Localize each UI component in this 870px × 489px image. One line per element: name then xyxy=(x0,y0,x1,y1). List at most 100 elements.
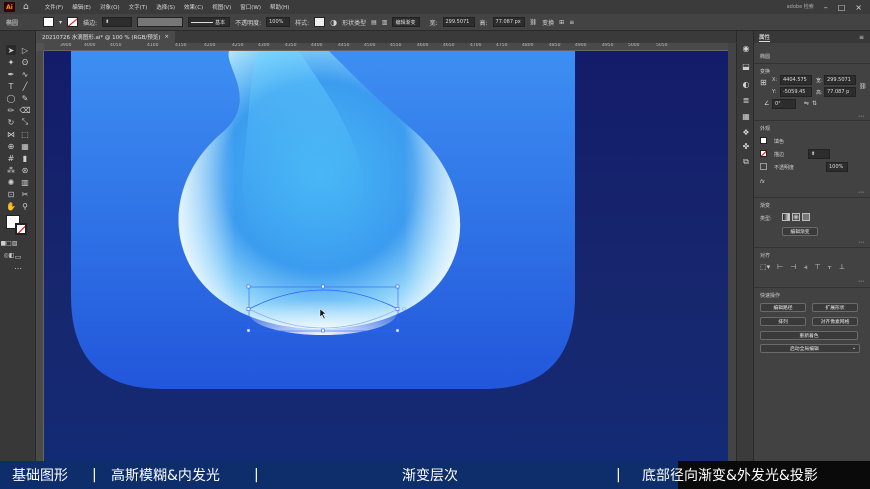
menu-effect[interactable]: 效果(C) xyxy=(184,3,203,11)
align-right-icon[interactable]: ⫣ xyxy=(803,263,807,272)
tab-properties[interactable]: 属性 xyxy=(759,33,771,42)
linear-gradient-icon[interactable] xyxy=(782,213,790,221)
maximize-icon[interactable]: □ xyxy=(838,3,846,12)
gradient-tool-icon[interactable]: ▮ xyxy=(20,153,30,163)
shape-builder-icon[interactable]: ⊕ xyxy=(6,141,16,151)
align-pixel-grid-button[interactable]: 对齐像素网格 xyxy=(812,317,858,326)
x-input[interactable]: 4404.575 xyxy=(780,75,812,85)
more-options-icon[interactable]: ⋯ xyxy=(858,113,864,120)
more-gradient-icon[interactable]: ⋯ xyxy=(858,239,864,246)
radial-gradient-icon[interactable] xyxy=(792,213,800,221)
color-mode-icon[interactable]: ■□▨ xyxy=(1,238,18,248)
fx-button[interactable]: fx xyxy=(760,179,765,185)
stroke-swatch-panel[interactable] xyxy=(760,150,767,157)
chevron-down-icon[interactable]: ⌄ xyxy=(852,346,856,351)
artboard-icon[interactable]: ⊡ xyxy=(6,189,16,199)
align-to-icon[interactable]: ⬚▾ xyxy=(760,263,770,272)
magic-wand-icon[interactable]: ✦ xyxy=(6,57,16,67)
zoom-icon[interactable]: ⚲ xyxy=(20,201,30,211)
recolor-button[interactable]: 重新着色 xyxy=(760,331,858,340)
width-input[interactable]: 299.5071 xyxy=(442,17,475,27)
mesh-icon[interactable]: # xyxy=(6,153,16,163)
align-top-icon[interactable]: ⊤ xyxy=(815,263,821,272)
angle-icon[interactable]: ∠ xyxy=(764,100,769,107)
edit-gradient-panel-button[interactable]: 编辑渐变 xyxy=(782,227,818,236)
arrange-button[interactable]: 排列 xyxy=(760,317,806,326)
screen-mode-icon[interactable]: ▭ xyxy=(13,252,23,262)
opacity-panel-input[interactable]: 100% xyxy=(826,162,848,172)
export-icon[interactable]: ⬓ xyxy=(741,61,751,71)
variable-width-input[interactable] xyxy=(137,17,184,27)
flip-vertical-icon[interactable]: ⇅ xyxy=(812,100,817,107)
scale-icon[interactable]: ⤡ xyxy=(20,117,30,127)
align-hcenter-icon[interactable]: ⊣ xyxy=(790,263,796,272)
stroke-weight-input[interactable]: ⬍ xyxy=(102,17,133,27)
more-align-icon[interactable]: ⋯ xyxy=(858,278,864,285)
edit-path-button[interactable]: 编辑路径 xyxy=(760,303,806,312)
distribute-icon[interactable]: ▥ xyxy=(382,19,388,26)
symbols-icon[interactable]: ✤ xyxy=(741,141,751,151)
menu-help[interactable]: 帮助(H) xyxy=(270,3,289,11)
line-tool-icon[interactable]: ╱ xyxy=(20,81,30,91)
freeform-gradient-icon[interactable] xyxy=(802,213,810,221)
pencil-icon[interactable]: ✏ xyxy=(6,105,16,115)
perspective-icon[interactable]: ▦ xyxy=(20,141,30,151)
panel-menu-icon[interactable]: ≡ xyxy=(859,34,864,41)
align-icon[interactable]: ▤ xyxy=(371,19,377,26)
rotate-icon[interactable]: ↻ xyxy=(6,117,16,127)
style-swatch[interactable] xyxy=(314,17,326,27)
selection-tool-icon[interactable]: ➤ xyxy=(6,45,16,55)
libraries-icon[interactable]: ◉ xyxy=(741,43,751,53)
link-icon[interactable]: ⛓ xyxy=(530,19,538,26)
menu-icon[interactable]: ≡ xyxy=(569,19,574,26)
transform-label[interactable]: 变换 xyxy=(542,18,554,27)
reference-point-icon[interactable]: ⊞ xyxy=(760,78,767,87)
w-input[interactable]: 299.5071 xyxy=(824,75,856,85)
menu-select[interactable]: 选择(S) xyxy=(156,3,175,11)
pen-tool-icon[interactable]: ✒ xyxy=(6,69,16,79)
stroke-weight-panel-input[interactable]: ⬍ xyxy=(808,149,830,159)
expand-shape-button[interactable]: 扩展形状 xyxy=(812,303,858,312)
curvature-icon[interactable]: ∿ xyxy=(20,69,30,79)
ellipse-tool-icon[interactable]: ◯ xyxy=(6,93,16,103)
width-tool-icon[interactable]: ⋈ xyxy=(6,129,16,139)
document-tab[interactable]: 20210726 水滴图形.ai* @ 100 % (RGB/预览) × xyxy=(36,31,175,43)
slice-icon[interactable]: ✂ xyxy=(20,189,30,199)
symbol-sprayer-icon[interactable]: ✺ xyxy=(6,177,16,187)
close-icon[interactable]: × xyxy=(855,3,862,12)
stroke-swatch[interactable] xyxy=(67,17,79,27)
h-input[interactable]: 77.087 p xyxy=(824,87,856,97)
close-tab-icon[interactable]: × xyxy=(164,34,169,40)
menu-object[interactable]: 对象(O) xyxy=(100,3,120,11)
minimize-icon[interactable]: – xyxy=(824,3,828,12)
opacity-input[interactable]: 100% xyxy=(266,17,291,27)
swatches-icon[interactable]: ▦ xyxy=(741,111,751,121)
graph-icon[interactable]: ▥ xyxy=(20,177,30,187)
brush-icon[interactable]: ✎ xyxy=(20,93,30,103)
eraser-icon[interactable]: ⌫ xyxy=(19,105,30,115)
constrain-link-icon[interactable]: ⛓ xyxy=(859,83,867,90)
edit-gradient-button[interactable]: 编辑渐变 xyxy=(392,17,421,27)
direct-selection-tool-icon[interactable]: ▷ xyxy=(20,45,30,55)
free-transform-icon[interactable]: ⬚ xyxy=(20,129,30,139)
height-input[interactable]: 77.087 px xyxy=(492,17,525,27)
y-input[interactable]: -5059.45 xyxy=(780,87,812,97)
color-guide-icon[interactable]: ◐ xyxy=(741,79,751,89)
more-tools-icon[interactable]: ⋯ xyxy=(13,263,23,273)
brushes-icon[interactable]: ❖ xyxy=(741,127,751,137)
more-appearance-icon[interactable]: ⋯ xyxy=(858,189,864,196)
menu-edit[interactable]: 编辑(E) xyxy=(72,3,91,11)
eyedropper-icon[interactable]: ⁂ xyxy=(6,165,16,175)
menu-file[interactable]: 文件(F) xyxy=(45,3,63,11)
fill-swatch-panel[interactable] xyxy=(760,137,767,144)
lasso-icon[interactable]: ʘ xyxy=(20,57,30,67)
menu-view[interactable]: 视图(V) xyxy=(212,3,231,11)
stroke-profile-select[interactable]: 基本 xyxy=(188,17,231,27)
hand-icon[interactable]: ✋ xyxy=(6,201,16,211)
layers-icon[interactable]: ≣ xyxy=(741,95,751,105)
stroke-color-swatch[interactable] xyxy=(15,223,27,235)
blend-icon[interactable]: ⊛ xyxy=(20,165,30,175)
align-vcenter-icon[interactable]: ⫟ xyxy=(828,263,832,272)
global-edit-button[interactable]: 启动全局编辑 ⌄ xyxy=(760,344,860,353)
align-left-icon[interactable]: ⊢ xyxy=(777,263,783,272)
